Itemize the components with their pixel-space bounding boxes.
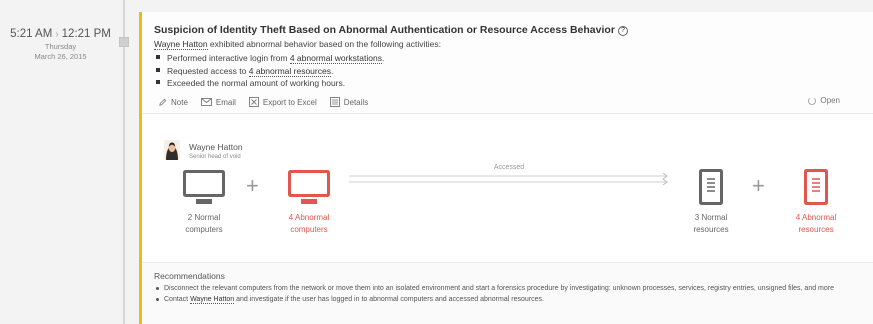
activity-list: Performed interactive login from 4 abnor… — [156, 53, 384, 91]
user-link[interactable]: Wayne Hatton — [190, 296, 235, 304]
timeline-day: Thursday — [44, 42, 77, 51]
abnormal-computers-label[interactable]: 4 Abnormal computers — [269, 212, 349, 236]
note-button[interactable]: Note — [158, 96, 188, 108]
envelope-icon — [200, 98, 212, 106]
accessed-arrows — [349, 172, 668, 186]
recommendations-panel: Recommendations Disconnect the relevant … — [142, 262, 873, 324]
recommendation-item: Contact Wayne Hatton and investigate if … — [156, 294, 856, 305]
end-time: 12:21 PM — [61, 28, 111, 40]
normal-resources-label[interactable]: 3 Normal resources — [671, 212, 751, 236]
abnormal-workstations-link[interactable]: 4 abnormal workstations — [289, 53, 382, 64]
recommendations-title: Recommendations — [154, 271, 225, 281]
abnormal-resources-label[interactable]: 4 Abnormal resources — [776, 212, 856, 236]
user-name[interactable]: Wayne Hatton — [189, 142, 243, 152]
timeline-date: March 26, 2015 — [34, 52, 87, 61]
timeline-marker — [119, 37, 129, 47]
details-icon — [329, 97, 340, 107]
timeline-line — [123, 0, 125, 324]
user-role: Senior head of void — [189, 154, 241, 160]
recommendation-item: Disconnect the relevant computers from t… — [156, 283, 856, 294]
avatar — [164, 140, 180, 160]
alert-title: Suspicion of Identity Theft Based on Abn… — [154, 24, 628, 36]
alert-page: 5:21 AM › 12:21 PM Thursday March 26, 2015… — [0, 0, 873, 324]
alert-summary-text: exhibited abnormal behavior based on the… — [209, 39, 441, 49]
details-button[interactable]: Details — [329, 96, 368, 108]
computer-icon — [183, 170, 225, 204]
server-icon — [804, 169, 828, 205]
email-button[interactable]: Email — [200, 96, 236, 108]
time-range: 5:21 AM › 12:21 PM — [8, 28, 113, 40]
plus-icon: + — [752, 173, 765, 198]
abnormal-resources-link[interactable]: 4 abnormal resources — [248, 65, 331, 77]
start-time: 5:21 AM — [10, 28, 53, 40]
alert-summary: Wayne Hatton exhibited abnormal behavior… — [154, 39, 441, 50]
activity-item: Exceeded the normal amount of working ho… — [156, 78, 384, 91]
recommendations-list: Disconnect the relevant computers from t… — [156, 283, 856, 305]
status-label: Open — [820, 96, 840, 105]
timeline: 5:21 AM › 12:21 PM Thursday March 26, 2015 — [0, 0, 140, 324]
status-circle-icon — [808, 96, 817, 105]
computer-icon — [288, 170, 330, 204]
alert-header: Suspicion of Identity Theft Based on Abn… — [142, 12, 873, 114]
activity-item: Performed interactive login from 4 abnor… — [156, 53, 384, 66]
user-link[interactable]: Wayne Hatton — [154, 39, 208, 50]
normal-computers-label[interactable]: 2 Normal computers — [164, 212, 244, 236]
plus-icon: + — [246, 173, 259, 198]
excel-icon — [248, 97, 259, 107]
accessed-label: Accessed — [493, 164, 525, 171]
server-icon — [699, 169, 723, 205]
alert-card: Suspicion of Identity Theft Based on Abn… — [139, 12, 873, 324]
arrow-right-icon: › — [55, 29, 59, 40]
action-bar: Note Email Export to Excel Details — [158, 96, 368, 108]
pencil-icon — [159, 98, 167, 106]
help-icon[interactable]: ? — [617, 26, 628, 36]
activity-item: Requested access to 4 abnormal resources… — [156, 65, 384, 79]
alert-title-text: Suspicion of Identity Theft Based on Abn… — [154, 24, 615, 36]
status-open-button[interactable]: Open — [808, 96, 840, 105]
export-to-excel-button[interactable]: Export to Excel — [248, 96, 317, 108]
